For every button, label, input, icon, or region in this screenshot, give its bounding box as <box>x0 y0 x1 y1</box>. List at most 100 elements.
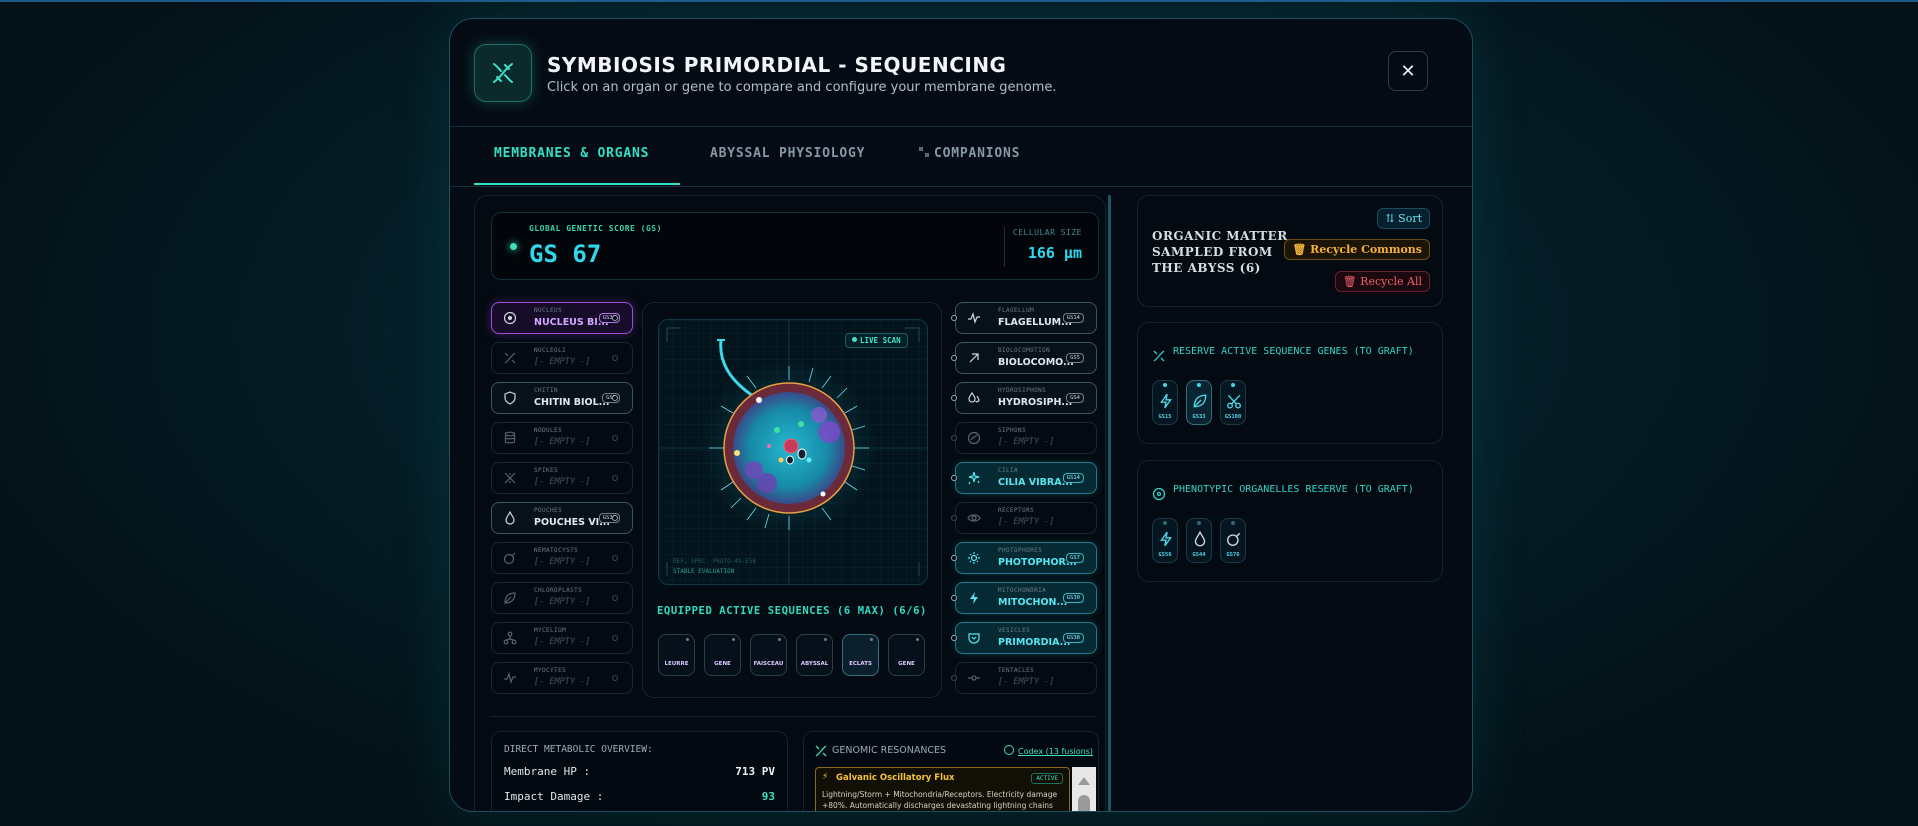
slot-connector <box>612 675 618 681</box>
gs-badge: GS14 <box>1062 313 1084 323</box>
metabolic-title: DIRECT METABOLIC OVERVIEW: <box>504 744 653 755</box>
sequence-dot <box>870 638 873 641</box>
slot-value: [- EMPTY -] <box>534 477 591 487</box>
slot-connector <box>951 475 957 481</box>
slot-label: PHOTOPHORES <box>998 547 1043 554</box>
close-button[interactable]: ✕ <box>1388 51 1428 91</box>
equipped-sequences: LEURRE GENE FAISCEAU ABYSSAL ECLATS GENE <box>658 634 928 678</box>
codex-link[interactable]: Codex (13 fusions) <box>1004 745 1093 756</box>
reserve-gene-card[interactable]: GS56 <box>1152 518 1178 563</box>
reserve-gene-card[interactable]: GS76 <box>1220 518 1246 563</box>
sequence-slot[interactable]: ABYSSAL <box>796 634 833 676</box>
organ-slot-cilia[interactable]: CILIA CILIA VIBRA... GS14 <box>955 462 1097 494</box>
slot-label: MYCELIUM <box>534 627 567 634</box>
gs-badge: GS4 <box>1066 393 1084 403</box>
reserve-gene-card[interactable]: GS33 <box>1186 380 1212 425</box>
pouches-icon <box>502 510 518 526</box>
recycle-all-label: Recycle All <box>1360 275 1422 288</box>
sequence-dot <box>824 638 827 641</box>
sequence-slot[interactable]: FAISCEAU <box>750 634 787 676</box>
recycle-all-button[interactable]: 🗑 Recycle All <box>1334 271 1430 292</box>
sequence-slot[interactable]: GENE <box>704 634 741 676</box>
slot-connector <box>612 635 618 641</box>
slot-label: NEMATOCYSTS <box>534 547 579 554</box>
slot-label: FLAGELLUM <box>998 307 1035 314</box>
tab-membranes-organs[interactable]: MEMBRANES & ORGANS <box>494 146 649 161</box>
gs-badge: GS5 <box>1066 353 1084 363</box>
tab-companions-label: COMPANIONS <box>934 146 1021 161</box>
live-scan-badge: LIVE SCAN <box>845 333 908 348</box>
slot-label: MYOCYTES <box>534 667 567 674</box>
slot-label: CHLOROPLASTS <box>534 587 583 594</box>
slot-connector <box>612 355 618 361</box>
reserve-gene-card[interactable]: GS100 <box>1220 380 1246 425</box>
sequence-slot[interactable]: LEURRE <box>658 634 695 676</box>
modal-header: SYMBIOSIS PRIMORDIAL - SEQUENCING Click … <box>450 19 1472 127</box>
gene-label: GS44 <box>1192 552 1206 558</box>
organ-slot-hydrosiphons[interactable]: HYDROSIPHONS HYDROSIPH... GS4 <box>955 382 1097 414</box>
siphons-icon <box>966 430 982 446</box>
tentacles-icon <box>966 670 982 686</box>
mycelium-icon <box>502 630 518 646</box>
sort-button[interactable]: ⇅ Sort <box>1377 208 1430 229</box>
organ-slot-receptors[interactable]: RECEPTORS [- EMPTY -] <box>955 502 1097 534</box>
bolt-icon <box>1158 393 1174 409</box>
gene-dot <box>1163 383 1167 387</box>
slot-label: TENTACLES <box>998 667 1035 674</box>
live-scan-view[interactable]: LIVE SCAN REF. SPEC. PROTO-49-ESB STABLE… <box>658 319 928 585</box>
reserve-gene-card[interactable]: GS44 <box>1186 518 1212 563</box>
slot-label: NUCLEUS <box>534 307 563 314</box>
slot-connector <box>951 435 957 441</box>
organ-slot-flagellum[interactable]: FLAGELLUM FLAGELLUM... GS14 <box>955 302 1097 334</box>
slot-value: PRIMORDIA... <box>998 637 1071 648</box>
slot-value: [- EMPTY -] <box>998 517 1055 527</box>
stat-row-damage: Impact Damage : 93 <box>504 790 775 803</box>
organ-panel-scrollbar[interactable] <box>1108 195 1111 811</box>
sequence-label: GENE <box>714 661 731 667</box>
reserve-gene-card[interactable]: GS15 <box>1152 380 1178 425</box>
slot-connector <box>612 515 618 521</box>
scan-status: STABLE EVALUATION <box>673 568 735 575</box>
top-border <box>0 0 1918 2</box>
slot-value: FLAGELLUM... <box>998 317 1072 328</box>
slot-label: CILIA <box>998 467 1019 474</box>
tab-companions[interactable]: COMPANIONS <box>918 146 1020 161</box>
bomb-icon <box>1226 531 1242 547</box>
live-scan-label: LIVE SCAN <box>860 336 901 345</box>
sort-label: Sort <box>1398 212 1422 225</box>
equipped-sequences-title: EQUIPPED ACTIVE SEQUENCES (6 MAX) (6/6) <box>657 605 927 617</box>
reserve-organelles-title: PHENOTYPIC ORGANELLES RESERVE (TO GRAFT) <box>1173 484 1414 495</box>
slot-connector <box>612 595 618 601</box>
resonance-scrollbar[interactable] <box>1072 767 1096 811</box>
gs-badge: GS38 <box>1062 633 1084 643</box>
score-indicator <box>510 243 517 250</box>
stat-row-hp: Membrane HP : 713 PV <box>504 765 775 778</box>
sequence-slot[interactable]: GENE <box>888 634 925 676</box>
organ-slot-mitochondria[interactable]: MITOCHONDRIA MITOCHON... GS30 <box>955 582 1097 614</box>
slot-connector <box>951 675 957 681</box>
slot-label: SIPHONS <box>998 427 1027 434</box>
organ-slot-photophores[interactable]: PHOTOPHORES PHOTOPHOR... GS7 <box>955 542 1097 574</box>
organ-slot-tentacles[interactable]: TENTACLES [- EMPTY -] <box>955 662 1097 694</box>
gene-label: GS15 <box>1158 414 1172 420</box>
gs-badge: GS14 <box>1062 473 1084 483</box>
organ-slot-biolocomotion[interactable]: BIOLOCOMOTION BIOLOCOMO... GS5 <box>955 342 1097 374</box>
sequence-slot[interactable]: ECLATS <box>842 634 879 676</box>
codex-label: Codex (13 fusions) <box>1018 747 1093 756</box>
metabolic-overview: DIRECT METABOLIC OVERVIEW: Membrane HP :… <box>491 731 788 811</box>
recycle-commons-button[interactable]: 🗑 Recycle Commons <box>1284 239 1430 260</box>
reserve-genes-title: RESERVE ACTIVE SEQUENCE GENES (TO GRAFT) <box>1173 346 1414 357</box>
slot-value: [- EMPTY -] <box>534 357 591 367</box>
gene-dot <box>1163 521 1167 525</box>
organ-slot-siphons[interactable]: SIPHONS [- EMPTY -] <box>955 422 1097 454</box>
organ-slot-vesicles[interactable]: VESICLES PRIMORDIA... GS38 <box>955 622 1097 654</box>
score-value: GS 67 <box>529 240 602 268</box>
slot-connector <box>951 515 957 521</box>
slot-connector <box>612 315 618 321</box>
resonance-card[interactable]: ⚡ Galvanic Oscillatory Flux ACTIVE Light… <box>815 767 1070 811</box>
gs-badge: GS30 <box>1062 593 1084 603</box>
slot-connector <box>612 555 618 561</box>
spikes-icon <box>502 470 518 486</box>
gene-dot <box>1197 521 1201 525</box>
tab-abyssal-physiology[interactable]: ABYSSAL PHYSIOLOGY <box>710 146 865 161</box>
